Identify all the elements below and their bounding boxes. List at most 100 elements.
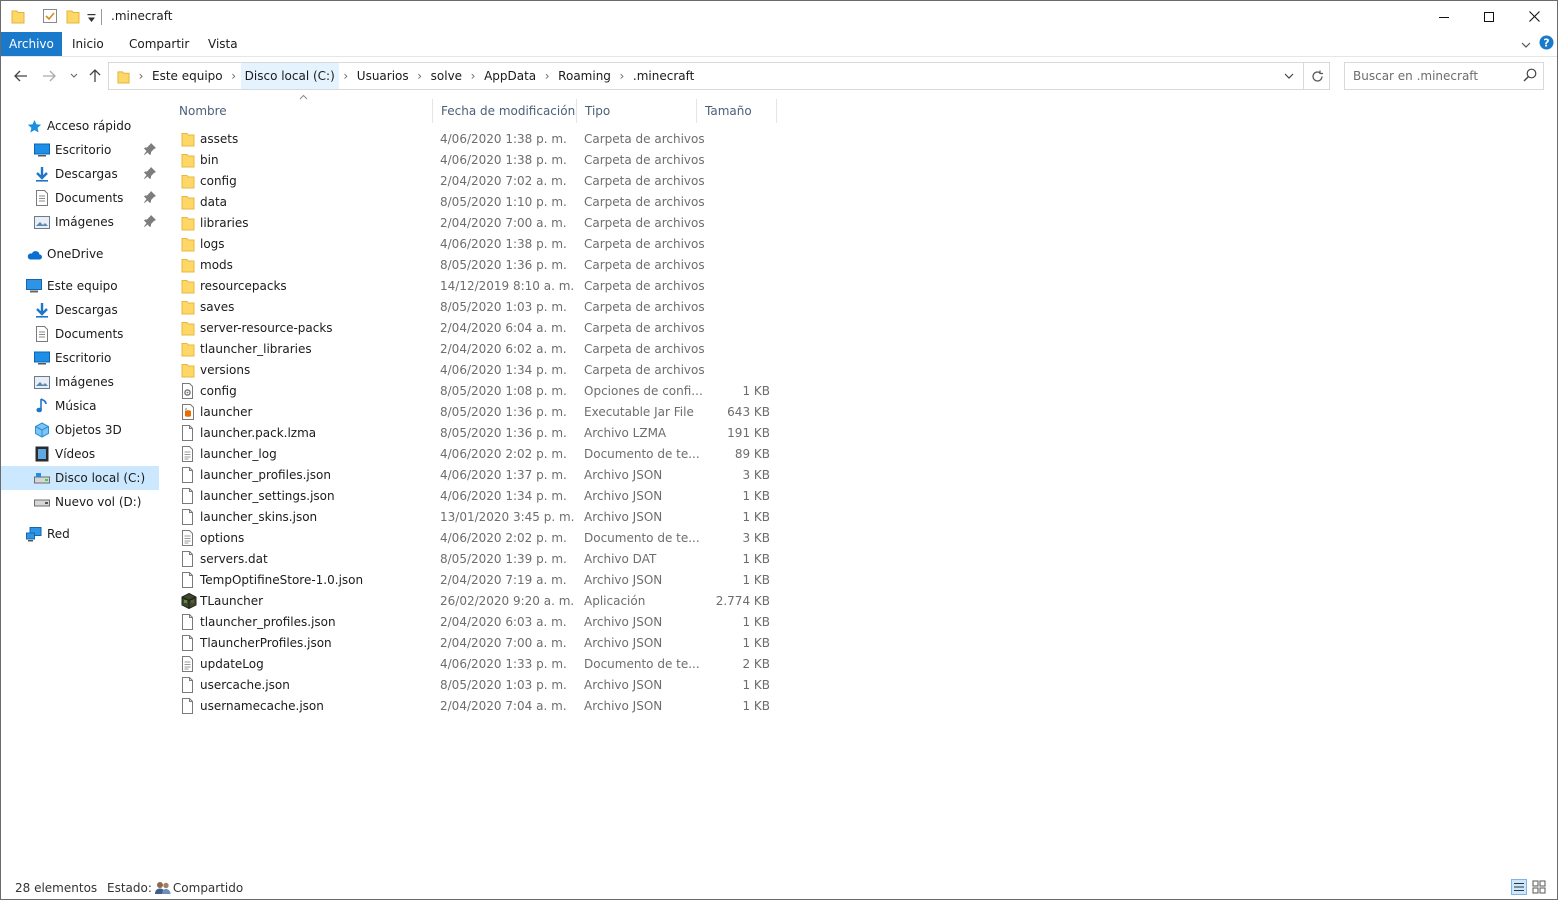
nav-item-descargas[interactable]: Descargas <box>1 162 159 186</box>
tab-compartir[interactable]: Compartir <box>121 32 197 56</box>
file-row[interactable]: resourcepacks 14/12/2019 8:10 a. m. Carpet… <box>171 276 781 297</box>
minimize-button[interactable] <box>1421 1 1467 32</box>
column-header-name[interactable]: Nombre <box>171 99 433 123</box>
file-row[interactable]: config 8/05/2020 1:08 p. m. Opciones de co… <box>171 381 781 402</box>
file-row[interactable]: launcher_log 4/06/2020 2:02 p. m. Document… <box>171 444 781 465</box>
view-switcher <box>1511 879 1547 898</box>
file-row[interactable]: TLauncher 26/02/2020 9:20 a. m. Aplicación… <box>171 591 781 612</box>
nav-item-documents-pc[interactable]: Documents <box>1 322 159 346</box>
pin-icon[interactable] <box>143 142 157 156</box>
chevron-right-icon[interactable]: › <box>466 63 480 89</box>
file-size: 1 KB <box>742 678 770 692</box>
file-row[interactable]: TempOptifineStore-1.0.json 2/04/2020 7:19… <box>171 570 781 591</box>
help-icon[interactable]: ? <box>1539 35 1554 53</box>
breadcrumb-appdata[interactable]: AppData <box>480 63 540 89</box>
properties-icon[interactable] <box>42 8 58 27</box>
chevron-right-icon[interactable]: › <box>540 63 554 89</box>
tab-archivo[interactable]: Archivo <box>1 32 62 56</box>
tab-vista[interactable]: Vista <box>200 32 246 56</box>
file-row[interactable]: saves 8/05/2020 1:03 p. m. Carpeta de arch… <box>171 297 781 318</box>
expand-ribbon-icon[interactable] <box>1521 38 1531 52</box>
close-button[interactable] <box>1511 1 1557 32</box>
tab-inicio[interactable]: Inicio <box>64 32 112 56</box>
pin-icon[interactable] <box>143 166 157 180</box>
nav-item-disco-local[interactable]: Disco local (C:) <box>1 466 159 490</box>
file-row[interactable]: launcher_settings.json 4/06/2020 1:34 p. … <box>171 486 781 507</box>
nav-item-escritorio[interactable]: Escritorio <box>1 138 159 162</box>
nav-item-este-equipo[interactable]: Este equipo <box>1 274 159 298</box>
search-input[interactable] <box>1345 63 1515 89</box>
address-bar[interactable]: › Este equipo › Disco local (C:) › Usuar… <box>108 62 1330 90</box>
nav-item-acceso-rapido[interactable]: Acceso rápido <box>1 114 159 138</box>
file-row[interactable]: servers.dat 8/05/2020 1:39 p. m. Archivo D… <box>171 549 781 570</box>
nav-item-videos[interactable]: Vídeos <box>1 442 159 466</box>
chevron-right-icon[interactable]: › <box>339 63 353 89</box>
recent-locations-icon[interactable] <box>65 67 83 85</box>
nav-item-musica[interactable]: Música <box>1 394 159 418</box>
column-header-size[interactable]: Tamaño <box>697 99 777 123</box>
pin-icon[interactable] <box>143 190 157 204</box>
chevron-right-icon[interactable]: › <box>413 63 427 89</box>
chevron-right-icon[interactable]: › <box>615 63 629 89</box>
search-icon[interactable] <box>1523 68 1539 84</box>
file-row[interactable]: usernamecache.json 2/04/2020 7:04 a. m. Ar… <box>171 696 781 717</box>
new-folder-icon[interactable] <box>66 8 80 27</box>
refresh-icon[interactable] <box>1303 63 1330 89</box>
file-name: launcher_settings.json <box>200 489 335 503</box>
nav-item-nuevo-vol[interactable]: Nuevo vol (D:) <box>1 490 159 514</box>
folder-icon <box>181 299 197 315</box>
search-box[interactable] <box>1344 62 1544 90</box>
nav-item-objetos-3d[interactable]: Objetos 3D <box>1 418 159 442</box>
customize-toolbar-icon[interactable] <box>87 12 96 26</box>
details-view-icon[interactable] <box>1511 879 1527 898</box>
chevron-right-icon[interactable]: › <box>227 63 241 89</box>
file-row[interactable]: data 8/05/2020 1:10 p. m. Carpeta de archi… <box>171 192 781 213</box>
back-arrow-icon[interactable] <box>12 67 30 85</box>
breadcrumb-minecraft[interactable]: .minecraft <box>629 63 698 89</box>
file-icon <box>181 509 197 525</box>
folder-icon <box>181 131 197 147</box>
file-type: Carpeta de archivos <box>584 342 705 356</box>
nav-item-imagenes[interactable]: Imágenes <box>1 210 159 234</box>
nav-item-red[interactable]: Red <box>1 522 159 546</box>
breadcrumb-usuarios[interactable]: Usuarios <box>353 63 413 89</box>
file-row[interactable]: versions 4/06/2020 1:34 p. m. Carpeta de a… <box>171 360 781 381</box>
file-row[interactable]: launcher_skins.json 13/01/2020 3:45 p. m.… <box>171 507 781 528</box>
file-row[interactable]: updateLog 4/06/2020 1:33 p. m. Documento d… <box>171 654 781 675</box>
file-row[interactable]: tlauncher_libraries 2/04/2020 6:02 a. m. C… <box>171 339 781 360</box>
large-icons-view-icon[interactable] <box>1531 879 1547 898</box>
file-row[interactable]: launcher.pack.lzma 8/05/2020 1:36 p. m. Ar… <box>171 423 781 444</box>
pin-icon[interactable] <box>143 214 157 228</box>
file-row[interactable]: usercache.json 8/05/2020 1:03 p. m. Archiv… <box>171 675 781 696</box>
breadcrumb-este-equipo[interactable]: Este equipo <box>148 63 227 89</box>
breadcrumb-disco-local[interactable]: Disco local (C:) <box>240 63 339 89</box>
file-row[interactable]: TlauncherProfiles.json 2/04/2020 7:00 a. … <box>171 633 781 654</box>
nav-item-documents[interactable]: Documents <box>1 186 159 210</box>
file-row[interactable]: launcher 8/05/2020 1:36 p. m. Executable J… <box>171 402 781 423</box>
address-history-dropdown-icon[interactable] <box>1275 63 1303 89</box>
file-row[interactable]: config 2/04/2020 7:02 a. m. Carpeta de arc… <box>171 171 781 192</box>
file-name: tlauncher_libraries <box>200 342 312 356</box>
nav-item-onedrive[interactable]: OneDrive <box>1 242 159 266</box>
file-row[interactable]: logs 4/06/2020 1:38 p. m. Carpeta de archi… <box>171 234 781 255</box>
forward-arrow-icon[interactable] <box>40 67 58 85</box>
file-row[interactable]: libraries 2/04/2020 7:00 a. m. Carpeta de … <box>171 213 781 234</box>
breadcrumb-roaming[interactable]: Roaming <box>554 63 615 89</box>
file-row[interactable]: assets 4/06/2020 1:38 p. m. Carpeta de arc… <box>171 129 781 150</box>
nav-item-descargas-pc[interactable]: Descargas <box>1 298 159 322</box>
file-row[interactable]: tlauncher_profiles.json 2/04/2020 6:03 a.… <box>171 612 781 633</box>
file-row[interactable]: bin 4/06/2020 1:38 p. m. Carpeta de archiv… <box>171 150 781 171</box>
title-bar: .minecraft <box>1 1 1557 32</box>
file-row[interactable]: launcher_profiles.json 4/06/2020 1:37 p. … <box>171 465 781 486</box>
column-header-date[interactable]: Fecha de modificación <box>433 99 577 123</box>
file-row[interactable]: options 4/06/2020 2:02 p. m. Documento de … <box>171 528 781 549</box>
nav-item-escritorio-pc[interactable]: Escritorio <box>1 346 159 370</box>
breadcrumb-solve[interactable]: solve <box>427 63 466 89</box>
chevron-right-icon[interactable]: › <box>134 63 148 89</box>
file-row[interactable]: server-resource-packs 2/04/2020 6:04 a. m… <box>171 318 781 339</box>
up-arrow-icon[interactable] <box>86 67 104 85</box>
column-header-type[interactable]: Tipo <box>577 99 697 123</box>
file-row[interactable]: mods 8/05/2020 1:36 p. m. Carpeta de archi… <box>171 255 781 276</box>
maximize-button[interactable] <box>1466 1 1512 32</box>
nav-item-imagenes-pc[interactable]: Imágenes <box>1 370 159 394</box>
